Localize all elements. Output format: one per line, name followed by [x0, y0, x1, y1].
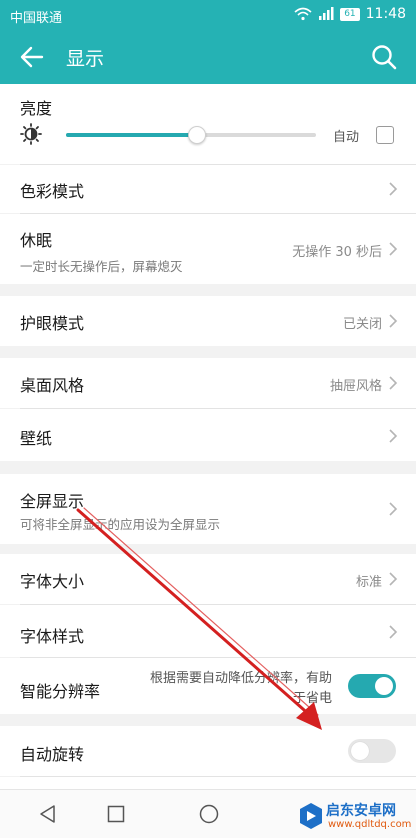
- app-bar: 显示: [0, 30, 416, 84]
- signal-icon: [319, 7, 334, 20]
- color-mode-item[interactable]: 色彩模式: [0, 165, 416, 213]
- chevron-right-icon: [389, 429, 398, 443]
- sleep-value: 无操作 30 秒后: [292, 245, 382, 260]
- fullscreen-description: 可将非全屏显示的应用设为全屏显示: [20, 517, 221, 532]
- font-style-item[interactable]: 字体样式: [0, 605, 416, 657]
- desktop-style-value: 抽屉风格: [329, 379, 382, 394]
- nav-recents-icon[interactable]: [107, 805, 125, 823]
- status-bar: 中国联通 61 11:48: [0, 0, 416, 30]
- list-item-partial: [0, 777, 416, 789]
- search-icon[interactable]: [370, 43, 398, 71]
- watermark-logo-icon: [300, 803, 322, 829]
- wallpaper-item[interactable]: 壁纸: [0, 409, 416, 461]
- watermark: 启东安卓网 www.qdltdq.com: [296, 797, 412, 835]
- fullscreen-item[interactable]: 全屏显示 可将非全屏显示的应用设为全屏显示: [0, 474, 416, 544]
- chevron-right-icon: [389, 625, 398, 639]
- eye-comfort-item[interactable]: 护眼模式 已关闭: [0, 296, 416, 346]
- sleep-label: 休眠: [20, 231, 53, 250]
- desktop-style-label: 桌面风格: [20, 376, 85, 395]
- auto-rotate-label: 自动旋转: [20, 745, 85, 764]
- sleep-item[interactable]: 休眠 一定时长无操作后，屏幕熄灭 无操作 30 秒后: [0, 214, 416, 284]
- brightness-icon: [20, 123, 42, 145]
- auto-rotate-item: 自动旋转: [0, 726, 416, 776]
- brightness-slider[interactable]: [66, 126, 316, 144]
- smart-resolution-toggle[interactable]: [348, 674, 396, 698]
- font-size-value: 标准: [355, 575, 382, 590]
- chevron-right-icon: [389, 182, 398, 196]
- brightness-label: 亮度: [20, 99, 53, 118]
- clock: 11:48: [365, 6, 406, 22]
- font-size-item[interactable]: 字体大小 标准: [0, 554, 416, 604]
- brightness-section: 亮度 自动: [0, 84, 416, 164]
- smart-resolution-description-cont: 于省电: [292, 691, 332, 706]
- eye-comfort-value: 已关闭: [342, 317, 382, 332]
- status-icons: 61 11:48: [294, 6, 406, 22]
- smart-resolution-item: 智能分辨率 根据需要自动降低分辨率，有助 于省电: [0, 658, 416, 714]
- auto-brightness-checkbox[interactable]: [376, 126, 394, 144]
- chevron-right-icon: [389, 572, 398, 586]
- color-mode-label: 色彩模式: [20, 182, 85, 201]
- nav-home-icon[interactable]: [198, 803, 220, 825]
- chevron-right-icon: [389, 314, 398, 328]
- sleep-description: 一定时长无操作后，屏幕熄灭: [20, 259, 183, 274]
- chevron-right-icon: [389, 502, 398, 516]
- chevron-right-icon: [389, 376, 398, 390]
- battery-indicator: 61: [340, 7, 360, 21]
- wallpaper-label: 壁纸: [20, 429, 53, 448]
- page-title: 显示: [66, 48, 105, 70]
- font-style-label: 字体样式: [20, 627, 85, 646]
- font-size-label: 字体大小: [20, 572, 85, 591]
- carrier-label: 中国联通: [10, 11, 63, 26]
- wifi-icon: [294, 7, 312, 21]
- watermark-url: www.qdltdq.com: [328, 819, 412, 830]
- nav-back-icon[interactable]: [38, 804, 58, 824]
- auto-brightness-label: 自动: [333, 130, 360, 145]
- chevron-right-icon: [389, 242, 398, 256]
- watermark-title: 启东安卓网: [326, 803, 396, 819]
- eye-comfort-label: 护眼模式: [20, 314, 85, 333]
- desktop-style-item[interactable]: 桌面风格 抽屉风格: [0, 358, 416, 408]
- back-arrow-icon[interactable]: [18, 43, 46, 71]
- smart-resolution-description: 根据需要自动降低分辨率，有助: [149, 671, 332, 686]
- smart-resolution-label: 智能分辨率: [20, 682, 101, 701]
- brightness-slider-thumb[interactable]: [188, 126, 206, 144]
- fullscreen-label: 全屏显示: [20, 492, 85, 511]
- brightness-slider-fill: [66, 133, 196, 137]
- auto-rotate-toggle[interactable]: [348, 739, 396, 763]
